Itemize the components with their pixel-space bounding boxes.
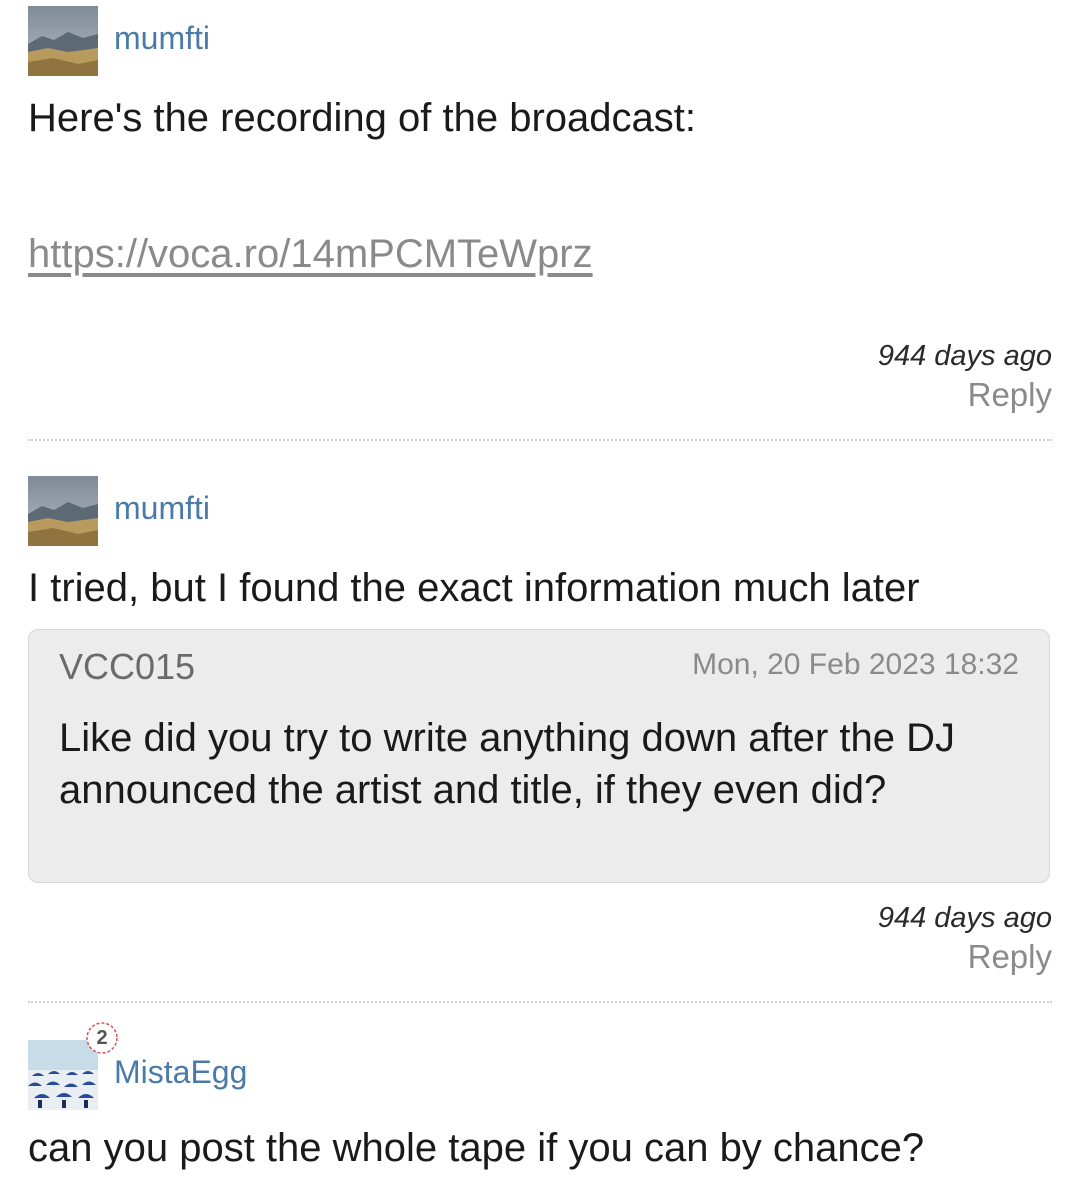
comment-header: mumfti xyxy=(28,476,1052,548)
comment-meta: 944 days ago Reply xyxy=(878,338,1052,416)
comment-text: can you post the whole tape if you can b… xyxy=(28,1126,925,1170)
comment-divider xyxy=(28,1001,1052,1003)
reply-button[interactable]: Reply xyxy=(878,936,1052,978)
avatar[interactable] xyxy=(28,476,98,546)
avatar[interactable] xyxy=(28,6,98,76)
comment: 2 MistaEgg can you post the whole tape i… xyxy=(28,1020,1052,1170)
recording-link[interactable]: https://voca.ro/14mPCMTeWprz xyxy=(28,232,593,277)
comment-timestamp: 944 days ago xyxy=(877,340,1052,372)
rank-badge: 2 xyxy=(84,1020,120,1056)
badge-count: 2 xyxy=(96,1027,108,1049)
username-link[interactable]: mumfti xyxy=(114,490,210,527)
comment: mumfti Here's the recording of the broad… xyxy=(28,6,1052,413)
comment-timestamp: 944 days ago xyxy=(877,902,1052,934)
reply-button[interactable]: Reply xyxy=(878,374,1052,416)
comment-divider xyxy=(28,439,1052,441)
quoted-comment: VCC015 Mon, 20 Feb 2023 18:32 Like did y… xyxy=(28,629,1050,883)
comment-meta: 944 days ago Reply xyxy=(878,900,1052,978)
comment-text: Here's the recording of the broadcast: xyxy=(28,96,697,140)
username-link[interactable]: MistaEgg xyxy=(114,1054,247,1091)
comment-header: mumfti xyxy=(28,6,1052,78)
quote-date: Mon, 20 Feb 2023 18:32 xyxy=(692,648,1019,681)
username-link[interactable]: mumfti xyxy=(114,20,210,57)
comment: mumfti I tried, but I found the exact in… xyxy=(28,476,1052,975)
quote-author: VCC015 xyxy=(59,646,196,687)
comment-text: I tried, but I found the exact informati… xyxy=(28,566,920,610)
comment-header: 2 MistaEgg xyxy=(28,1020,1052,1110)
quote-text: Like did you try to write anything down … xyxy=(59,716,956,812)
